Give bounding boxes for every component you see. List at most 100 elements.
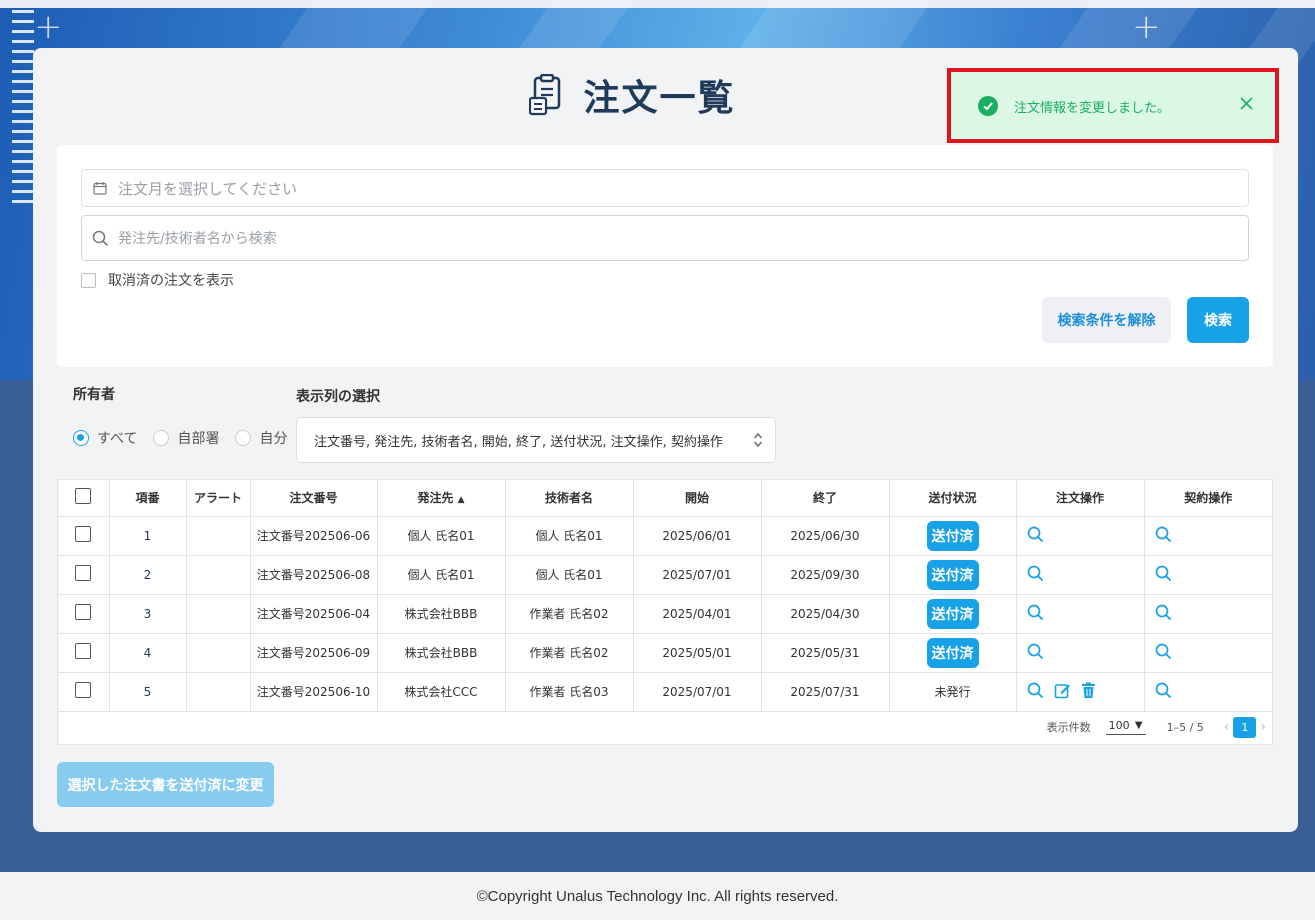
column-header[interactable]: アラート — [186, 480, 251, 517]
send-status-cell: 送付済 — [889, 516, 1017, 556]
contract-actions-cell — [1144, 594, 1272, 634]
show-cancelled-row: 取消済の注文を表示 — [81, 270, 234, 290]
vendor-cell: 株式会社CCC — [377, 672, 506, 712]
order-number-cell: 注文番号202506-06 — [250, 516, 378, 556]
keyword-search-input[interactable]: 発注先/技術者名から検索 — [81, 215, 1249, 261]
alert-cell — [186, 633, 251, 673]
mark-sent-bulk-button[interactable]: 選択した注文書を送付済に変更 — [57, 762, 274, 807]
vendor-cell: 個人 氏名01 — [377, 555, 506, 595]
owner-label: 所有者 — [73, 387, 115, 403]
table-row: 2 注文番号202506-08 個人 氏名01 個人 氏名01 2025/07/01 20… — [58, 555, 1272, 595]
close-icon[interactable] — [1240, 94, 1253, 115]
contract-actions-cell — [1144, 516, 1272, 556]
owner-option-all[interactable]: すべて — [73, 428, 137, 448]
engineer-cell: 個人 氏名01 — [505, 555, 634, 595]
alert-cell — [186, 594, 251, 634]
engineer-cell: 作業者 氏名03 — [505, 672, 634, 712]
radio-selected-icon[interactable] — [73, 430, 89, 446]
row-number: 5 — [109, 672, 187, 712]
footer-copyright: ©Copyright Unalus Technology Inc. All ri… — [0, 872, 1315, 920]
radio-icon[interactable] — [153, 430, 170, 446]
chevron-right-icon[interactable]: › — [1260, 719, 1266, 735]
row-select-cell — [58, 672, 110, 712]
column-header: 契約操作 — [1144, 480, 1272, 517]
status-badge: 送付済 — [926, 559, 979, 590]
vendor-cell: 個人 氏名01 — [377, 516, 506, 556]
view-order-search-icon[interactable] — [1027, 643, 1044, 663]
row-checkbox[interactable] — [75, 643, 92, 659]
per-page-select[interactable]: 100 ▼ — [1105, 719, 1146, 735]
row-checkbox[interactable] — [75, 565, 92, 581]
end-date-cell: 2025/06/30 — [761, 516, 890, 556]
plus-decoration-icon: + — [1132, 7, 1161, 47]
trash-icon[interactable] — [1081, 682, 1096, 702]
view-contract-search-icon[interactable] — [1155, 604, 1172, 624]
select-all-checkbox[interactable] — [75, 488, 92, 505]
engineer-cell: 個人 氏名01 — [505, 516, 634, 556]
search-button[interactable]: 検索 — [1187, 297, 1249, 343]
row-checkbox[interactable] — [75, 526, 92, 542]
row-number: 1 — [109, 516, 187, 556]
radio-icon[interactable] — [235, 430, 252, 446]
column-header[interactable]: 送付状況 — [889, 480, 1017, 517]
start-date-cell: 2025/06/01 — [633, 516, 762, 556]
send-status-cell: 送付済 — [889, 633, 1017, 673]
column-select-value: 注文番号, 発注先, 技術者名, 開始, 終了, 送付状況, 注文操作, 契約操… — [314, 434, 723, 450]
owner-option-department[interactable]: 自部署 — [153, 428, 219, 448]
start-date-cell: 2025/05/01 — [633, 633, 762, 673]
owner-option-self[interactable]: 自分 — [235, 428, 287, 448]
column-header[interactable]: 開始 — [633, 480, 762, 517]
row-select-cell — [58, 555, 110, 595]
calendar-icon — [82, 181, 118, 195]
alert-cell — [186, 672, 251, 712]
engineer-cell: 作業者 氏名02 — [505, 633, 634, 673]
view-order-search-icon[interactable] — [1027, 604, 1044, 624]
order-number-cell: 注文番号202506-08 — [250, 555, 378, 595]
view-order-search-icon[interactable] — [1027, 526, 1044, 546]
owner-radio-group: すべて 自部署 自分 — [73, 428, 303, 448]
chevron-updown-icon — [753, 431, 763, 451]
column-header[interactable]: 項番 — [109, 480, 187, 517]
success-toast: 注文情報を変更しました。 — [947, 68, 1279, 143]
caret-down-icon: ▼ — [1134, 720, 1143, 731]
pagination: 表示件数 100 ▼ 1–5 / 5 ‹ 1 › — [58, 709, 1272, 745]
owner-option-label: 自部署 — [177, 431, 220, 447]
order-month-placeholder: 注文月を選択してください — [118, 179, 298, 198]
send-status-cell: 送付済 — [889, 594, 1017, 634]
page-button-current[interactable]: 1 — [1233, 716, 1257, 738]
edit-icon[interactable] — [1054, 682, 1071, 702]
send-status-cell: 未発行 — [889, 672, 1017, 712]
row-checkbox[interactable] — [75, 682, 92, 698]
end-date-cell: 2025/07/31 — [761, 672, 890, 712]
engineer-cell: 作業者 氏名02 — [505, 594, 634, 634]
view-order-search-icon[interactable] — [1027, 565, 1044, 585]
status-badge: 送付済 — [926, 598, 979, 629]
owner-option-label: すべて — [97, 431, 138, 447]
per-page-label: 表示件数 — [1046, 721, 1091, 734]
view-order-search-icon[interactable] — [1027, 682, 1044, 702]
page-range: 1–5 / 5 — [1166, 720, 1204, 734]
column-select[interactable]: 注文番号, 発注先, 技術者名, 開始, 終了, 送付状況, 注文操作, 契約操… — [296, 417, 776, 463]
chevron-left-icon[interactable]: ‹ — [1224, 719, 1230, 735]
status-badge: 送付済 — [926, 637, 979, 668]
column-header-label: 発注先 — [417, 491, 454, 506]
show-cancelled-checkbox[interactable] — [81, 272, 96, 288]
column-header[interactable]: 注文番号 — [250, 480, 378, 517]
view-contract-search-icon[interactable] — [1155, 643, 1172, 663]
order-month-picker[interactable]: 注文月を選択してください — [81, 169, 1249, 207]
view-contract-search-icon[interactable] — [1155, 682, 1172, 702]
row-checkbox[interactable] — [75, 604, 92, 620]
view-contract-search-icon[interactable] — [1155, 526, 1172, 546]
view-contract-search-icon[interactable] — [1155, 565, 1172, 585]
column-header[interactable]: 終了 — [761, 480, 890, 517]
column-header[interactable]: 技術者名 — [505, 480, 634, 517]
order-number-cell: 注文番号202506-04 — [250, 594, 378, 634]
column-header-sorted[interactable]: 発注先 ▲ — [377, 480, 506, 517]
row-select-cell — [58, 594, 110, 634]
owner-option-label: 自分 — [259, 431, 288, 447]
start-date-cell: 2025/04/01 — [633, 594, 762, 634]
show-cancelled-label: 取消済の注文を表示 — [108, 273, 234, 289]
status-badge: 送付済 — [926, 520, 979, 551]
clear-filters-button[interactable]: 検索条件を解除 — [1042, 297, 1171, 343]
order-actions-cell — [1016, 633, 1145, 673]
